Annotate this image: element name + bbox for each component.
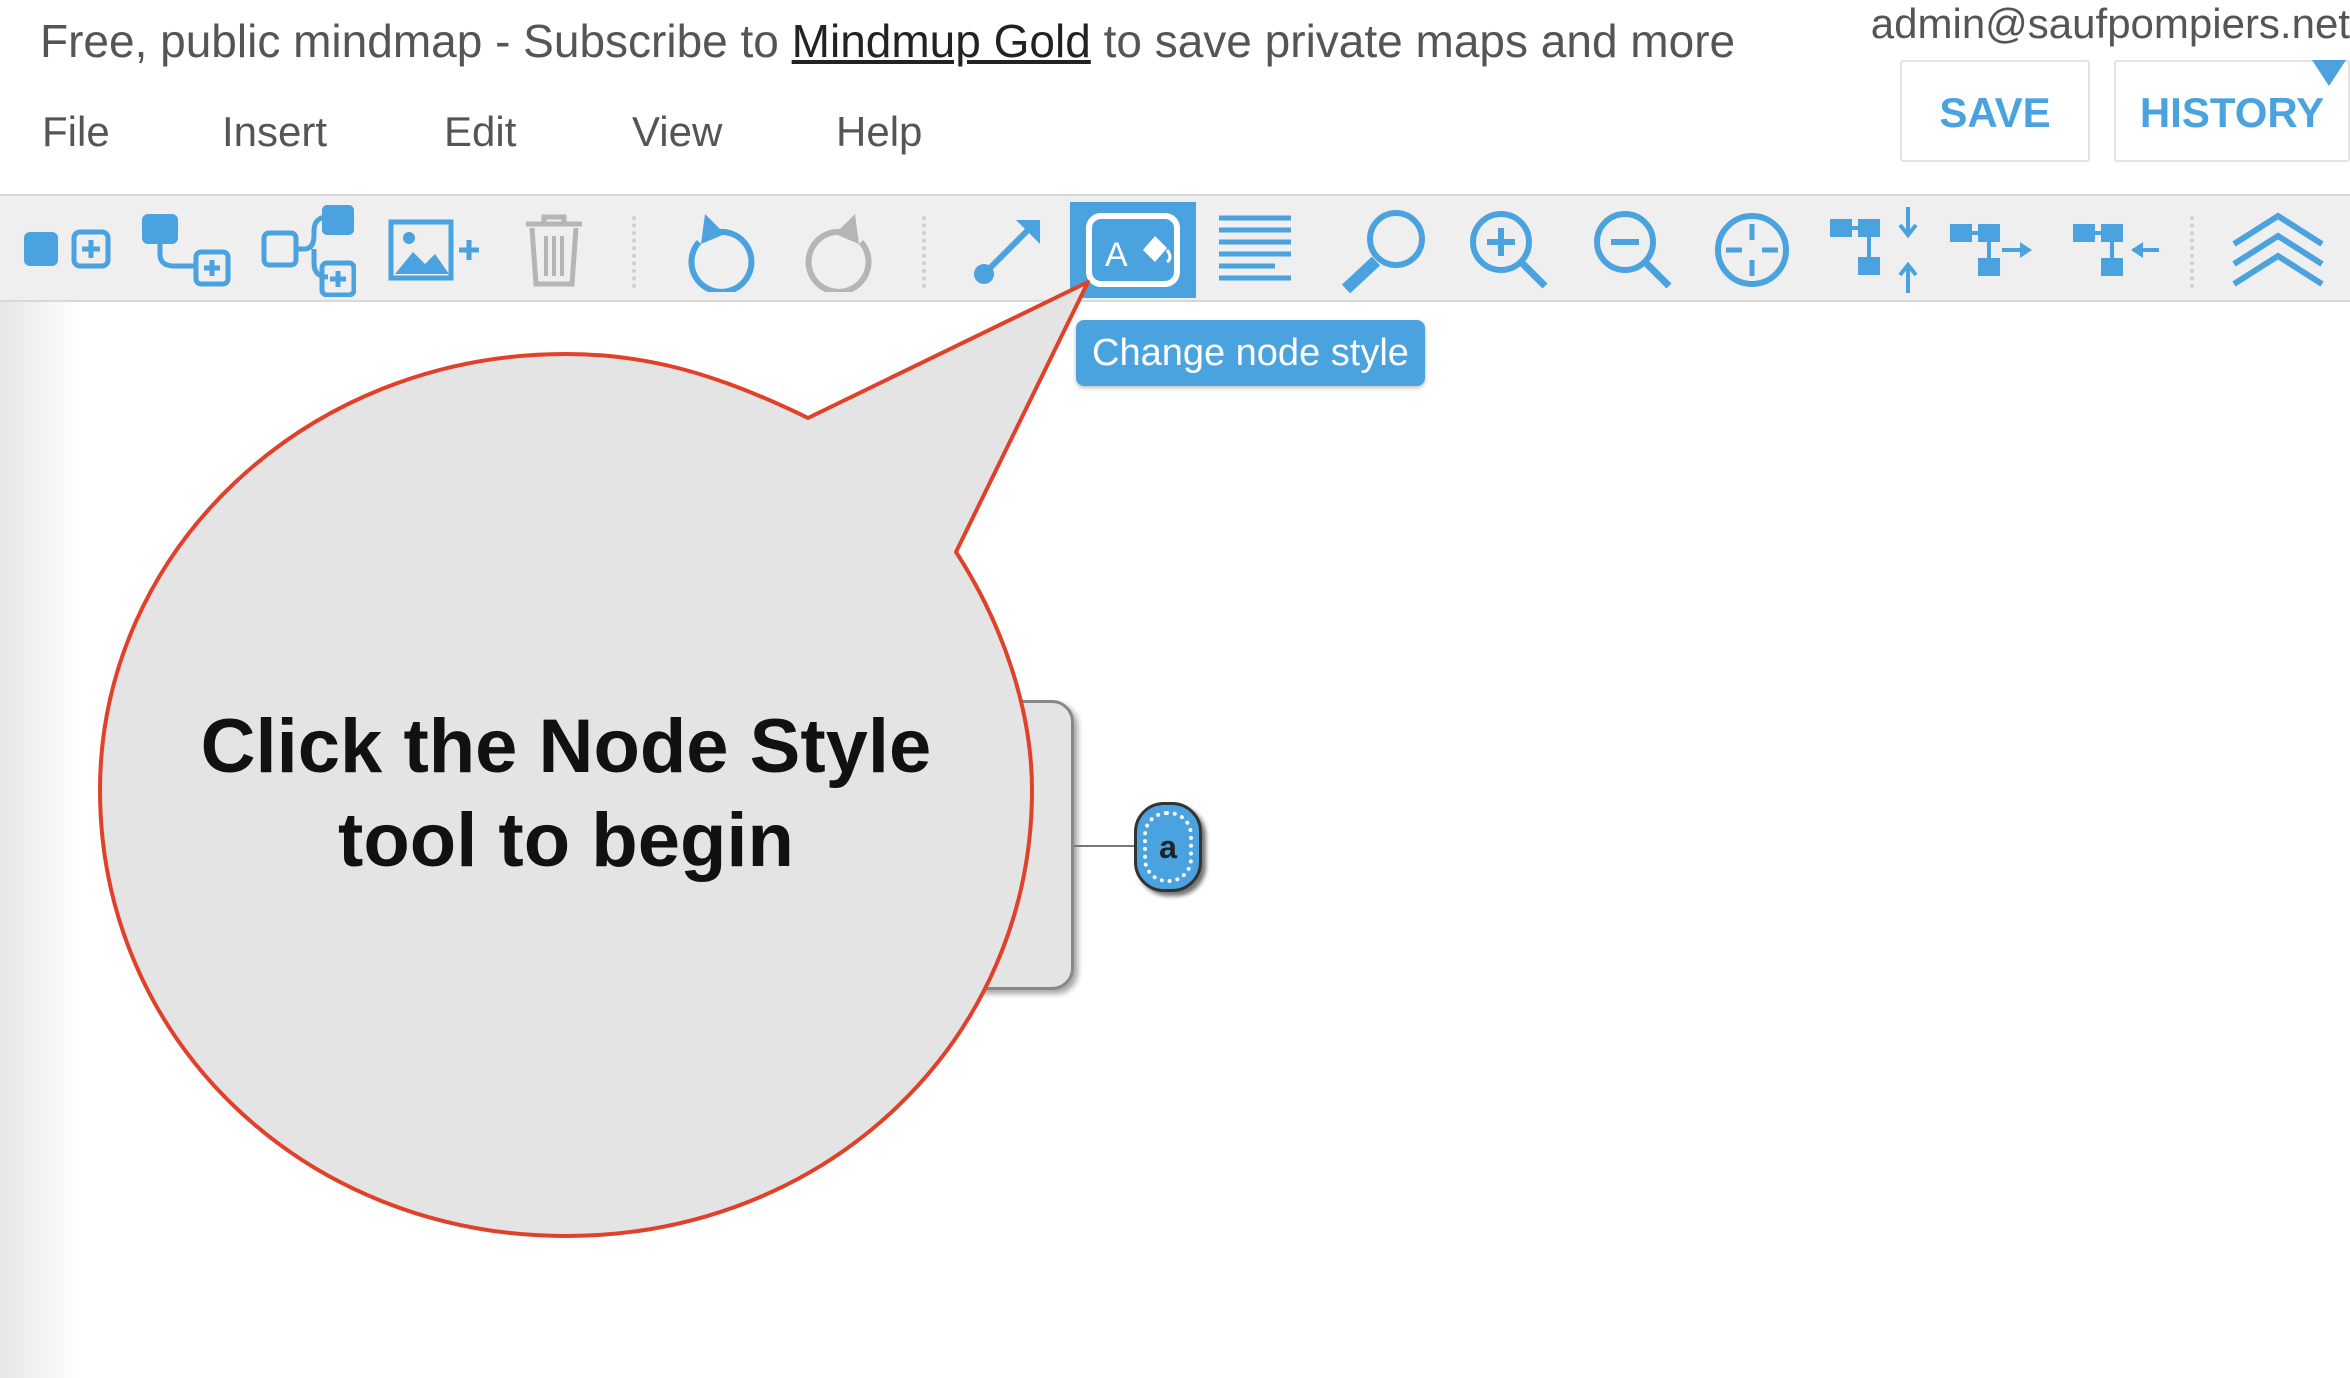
callout-text: Click the Node Style tool to begin [100,700,1032,888]
callout-bubble [98,280,1090,1238]
callout-line-1: Click the Node Style [200,704,932,789]
callout-line-2: tool to begin [338,798,794,883]
